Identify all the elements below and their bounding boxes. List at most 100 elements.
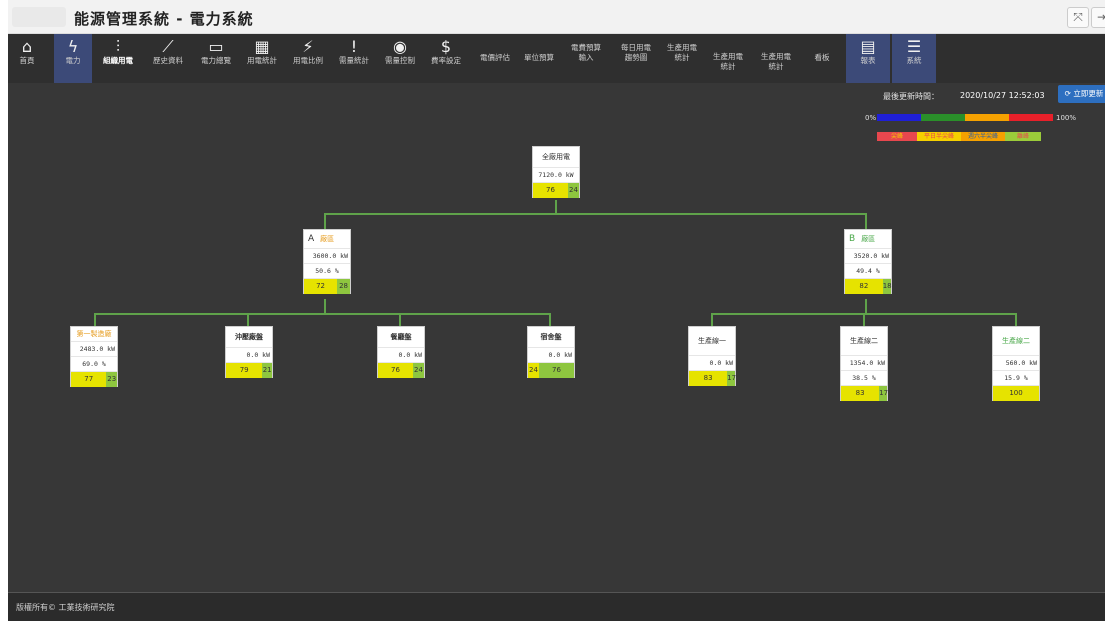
bar-secondary: 17	[879, 386, 888, 401]
nav-production-stats-1[interactable]: 生產用電 統計	[660, 34, 704, 83]
tree-connector	[324, 299, 326, 314]
node-name: 全廠用電	[542, 153, 570, 161]
bar-primary: 76	[378, 363, 413, 378]
tree-connector	[863, 313, 865, 327]
bar-primary: 77	[71, 372, 107, 387]
bar-secondary: 24	[412, 363, 424, 378]
node-a3[interactable]: 餐廳盤 0.0 kW 76 24	[377, 326, 425, 378]
nav-production-stats-3[interactable]: 生產用電 統計	[754, 34, 798, 83]
legend-bar-green	[921, 114, 965, 121]
lightning-icon: ϟ	[67, 37, 79, 56]
nav-budget-input[interactable]: 電費預算 輸入	[564, 34, 608, 83]
nav-unit-budget[interactable]: 單位預算	[518, 34, 560, 83]
tree-connector	[247, 313, 249, 327]
bar-primary: 72	[304, 279, 338, 294]
bar-primary: 82	[845, 279, 883, 294]
nav-history[interactable]: ⟋ 歷史資料	[146, 34, 190, 83]
node-name: 生產線一	[698, 337, 726, 345]
node-a2[interactable]: 沖壓廠盤 0.0 kW 79 21	[225, 326, 273, 378]
legend-max-label: 100%	[1056, 114, 1077, 122]
node-bars: 83 17	[841, 385, 888, 401]
nav-demand-control[interactable]: ◉ 需量控制	[378, 34, 422, 83]
calculator-icon: ▦	[254, 37, 270, 56]
node-kw: 1354.0 kW	[841, 355, 887, 370]
nav-demand-stats[interactable]: ! 需量統計	[332, 34, 376, 83]
bar-secondary: 23	[106, 372, 117, 387]
bar-secondary: 24	[567, 183, 579, 198]
nav-reports[interactable]: ▤ 報表	[846, 34, 890, 83]
bar-primary: 83	[689, 371, 728, 386]
node-b2[interactable]: 生產線二 1354.0 kW 38.5 % 83 17	[840, 326, 888, 401]
node-name: 餐廳盤	[390, 333, 412, 341]
node-bars: 76 24	[533, 182, 579, 198]
last-update-time: 2020/10/27 12:52:03	[960, 91, 1045, 100]
nav-power[interactable]: ϟ 電力	[54, 34, 92, 83]
node-kw: 7120.0 kW	[533, 167, 579, 182]
node-b[interactable]: B 廠區 3520.0 kW 49.4 % 82 18	[844, 229, 892, 294]
node-a1[interactable]: 第一製造廠 2483.0 kW 69.0 % 77 23	[70, 326, 118, 387]
node-name: 生產線二	[1002, 337, 1030, 345]
node-pct: 50.6 %	[304, 263, 350, 278]
node-bars: 72 28	[304, 278, 350, 294]
node-a[interactable]: A 廠區 3600.0 kW 50.6 % 72 28	[303, 229, 351, 294]
nav-production-stats-2[interactable]: 生產用電 統計	[706, 34, 750, 83]
org-chart-icon: ⫶	[115, 37, 120, 56]
bar-secondary: 76	[539, 363, 574, 378]
nav-dashboard[interactable]: 看板	[802, 34, 842, 83]
bar-primary: 76	[533, 183, 568, 198]
fullscreen-button[interactable]: ⤧	[1067, 7, 1089, 28]
tree-connector	[711, 313, 713, 327]
plug-icon: ⚡	[302, 37, 314, 56]
node-kw: 0.0 kW	[528, 347, 574, 362]
nav-usage-ratio[interactable]: ⚡ 用電比例	[286, 34, 330, 83]
node-name: 第一製造廠	[76, 330, 112, 338]
node-name: 宿舍盤	[540, 333, 562, 341]
refresh-now-button[interactable]: ⟳ 立即更新	[1058, 85, 1105, 103]
node-bars: 76 24	[378, 362, 424, 378]
legend-bar-red	[1009, 114, 1053, 121]
legend-min-label: 0%	[865, 114, 877, 122]
nav-home[interactable]: ⌂ 首頁	[8, 34, 46, 83]
node-pct: 38.5 %	[841, 370, 887, 385]
node-kw: 2483.0 kW	[71, 341, 117, 356]
bar-secondary: 28	[337, 279, 350, 294]
node-pct: 69.0 %	[71, 356, 117, 371]
tree-connector	[555, 200, 557, 214]
node-name: A 廠區	[308, 234, 335, 244]
node-bars: 77 23	[71, 371, 117, 387]
home-icon: ⌂	[21, 37, 33, 56]
bar-primary: 24	[528, 363, 540, 378]
legend-off-peak: 離峰	[1005, 132, 1041, 141]
main-nav: ⌂ 首頁 ϟ 電力 ⫶ 組織用電 ⟋ 歷史資料 ▭ 電力總覽 ▦ 用電統計 ⚡ …	[8, 34, 1105, 83]
record-icon: ◉	[393, 37, 407, 56]
copyright-text: 版權所有© 工業技術研究院	[16, 603, 115, 612]
nav-overview[interactable]: ▭ 電力總覽	[194, 34, 238, 83]
nav-usage-stats[interactable]: ▦ 用電統計	[240, 34, 284, 83]
app-logo	[12, 7, 66, 27]
node-bars: 24 76	[528, 362, 574, 378]
node-bars: 83 17	[689, 370, 736, 386]
node-a4[interactable]: 宿舍盤 0.0 kW 24 76	[527, 326, 575, 378]
bar-secondary: 17	[727, 371, 736, 386]
expand-icon: ⤧	[1073, 10, 1083, 24]
node-b3[interactable]: 生產線二 560.0 kW 15.9 % 100	[992, 326, 1040, 401]
nav-system[interactable]: ☰ 系統	[892, 34, 936, 83]
nav-org-power[interactable]: ⫶ 組織用電	[96, 34, 140, 83]
tree-connector	[549, 313, 551, 327]
node-bars: 82 18	[845, 278, 892, 294]
nav-rate-settings[interactable]: $ 費率設定	[424, 34, 468, 83]
nav-daily-trend[interactable]: 每日用電 趨勢圖	[614, 34, 658, 83]
nav-price-eval[interactable]: 電價評估	[474, 34, 516, 83]
tree-connector	[324, 213, 326, 230]
node-name: 生產線二	[850, 337, 878, 345]
bar-primary: 79	[226, 363, 263, 378]
logout-button[interactable]: ⇥	[1091, 7, 1105, 28]
title-bar: 能源管理系統 - 電力系統 ⤧ ⇥	[8, 0, 1105, 34]
exclamation-icon: !	[350, 37, 358, 56]
tree-connector	[94, 313, 96, 327]
bar-secondary: 21	[262, 363, 272, 378]
logout-icon: ⇥	[1096, 10, 1105, 24]
node-root[interactable]: 全廠用電 7120.0 kW 76 24	[532, 146, 580, 198]
bar-primary: 100	[993, 386, 1039, 401]
node-b1[interactable]: 生產線一 0.0 kW 83 17	[688, 326, 736, 386]
